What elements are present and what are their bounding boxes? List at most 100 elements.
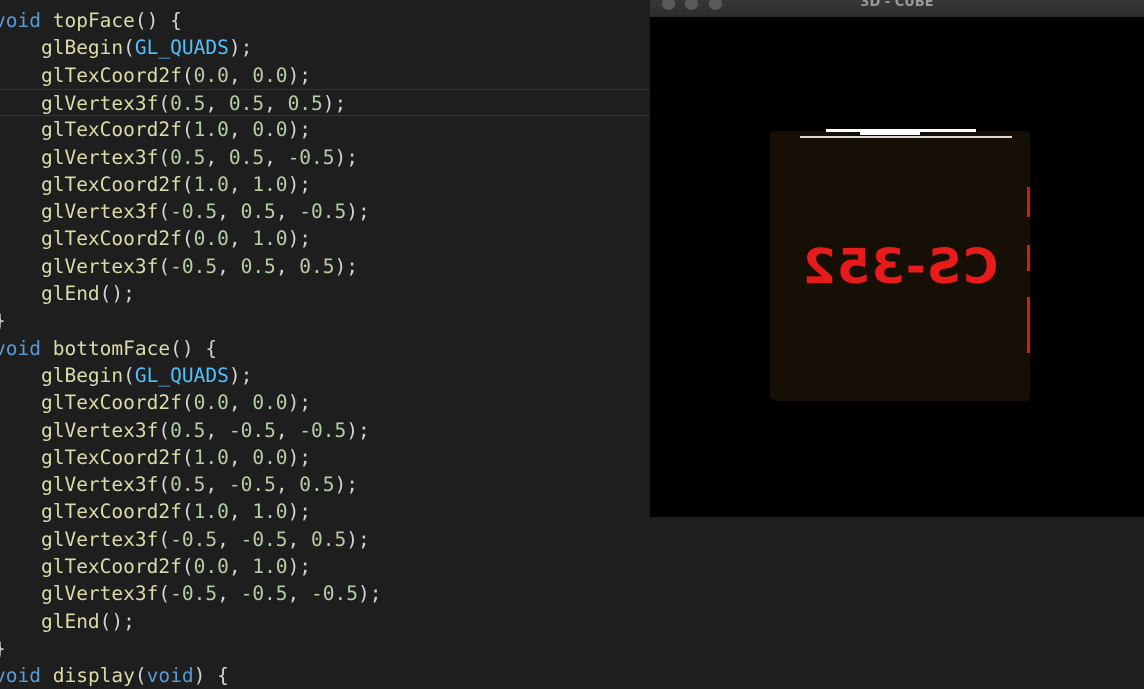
code-token: glTexCoord2f [40,63,182,87]
code-token: ( [181,118,194,142]
code-token: ); [228,363,253,387]
code-token: glVertex3f [40,145,159,169]
gl-window[interactable]: 3D - CUBE CS-352 [650,0,1144,517]
code-token: glBegin [40,36,124,60]
code-token: -0.5 [170,200,218,224]
code-token: void [0,9,41,32]
code-token: (); [99,282,135,305]
code-token: 0.5 [299,473,335,497]
code-token: -0.5 [240,582,288,606]
code-token: ); [287,445,312,469]
code-token: ) { [193,664,229,688]
code-token: ( [158,418,171,442]
window-titlebar[interactable]: 3D - CUBE [650,0,1144,17]
code-token: 0.0 [252,63,288,87]
code-token: -0.5 [228,473,276,497]
code-token: , [228,500,253,524]
code-token: 0.0 [193,555,229,578]
code-token: , [228,555,253,578]
code-token: void [0,336,41,360]
code-token: , [217,527,241,551]
code-token: ( [158,145,171,169]
code-token: glTexCoord2f [40,118,182,142]
code-token: -0.5 [170,254,218,278]
code-token: (); [99,609,135,633]
code-token: ); [334,473,359,497]
code-token: , [275,254,300,278]
code-token: 1.0 [252,172,288,196]
code-token: ); [358,582,382,606]
code-line[interactable]: void display(void) { [0,662,1144,689]
code-token: ); [287,500,312,524]
code-token: 0.5 [170,91,206,115]
code-token: ); [228,36,253,60]
code-token: glTexCoord2f [40,445,182,469]
code-token: ( [123,363,135,387]
code-token: ( [158,254,171,278]
code-token: () { [134,9,182,32]
render-viewport[interactable]: CS-352 [650,17,1144,517]
code-token: display [52,664,135,688]
code-token: ( [181,391,194,415]
code-token: ( [181,63,194,87]
code-token: ); [287,118,312,142]
code-token: ); [346,200,370,224]
code-token: } [0,637,6,660]
code-token: 0.5 [170,418,206,442]
code-token: glVertex3f [40,527,159,551]
code-token: ( [181,445,194,469]
code-token: glEnd [40,609,100,633]
code-token: ( [134,664,147,688]
code-token: , [264,91,288,115]
code-token: , [228,172,253,196]
code-token: ); [287,172,312,196]
code-token: 1.0 [252,555,288,578]
code-token: glEnd [40,282,100,305]
code-token: glTexCoord2f [40,500,182,524]
code-token: , [217,582,241,606]
code-token: glTexCoord2f [40,227,182,251]
code-line[interactable]: glVertex3f(-0.5, -0.5, -0.5); [0,580,1144,607]
code-token: , [264,145,288,169]
code-token: glTexCoord2f [40,172,182,196]
code-token: ); [334,254,359,278]
code-token: ( [181,555,194,578]
code-token: topFace [52,9,135,32]
code-token: ); [287,227,312,251]
code-token: 0.5 [311,527,347,551]
code-token: -0.5 [228,418,276,442]
code-token: 1.0 [252,227,288,251]
code-token: , [205,418,229,442]
code-token: 1.0 [193,118,229,142]
code-token: 0.5 [228,145,265,169]
code-token: 0.0 [252,445,288,469]
code-token: -0.5 [287,145,335,169]
code-token: ( [181,227,194,251]
code-line[interactable]: glVertex3f(-0.5, -0.5, 0.5); [0,526,1144,553]
code-token: GL_QUADS [134,36,229,60]
cube-texture-label: CS-352 [801,239,999,295]
code-token: 0.0 [193,227,229,251]
code-line[interactable]: } [0,635,1144,662]
code-token: 0.5 [287,91,323,115]
code-token: ( [158,473,171,497]
code-token: ); [287,391,312,415]
code-line[interactable]: glTexCoord2f(0.0, 1.0); [0,553,1144,580]
code-token: , [228,445,253,469]
code-line[interactable]: glEnd(); [0,608,1144,635]
code-token: () { [170,336,218,360]
code-token: glTexCoord2f [40,391,182,415]
code-token: , [275,473,300,497]
